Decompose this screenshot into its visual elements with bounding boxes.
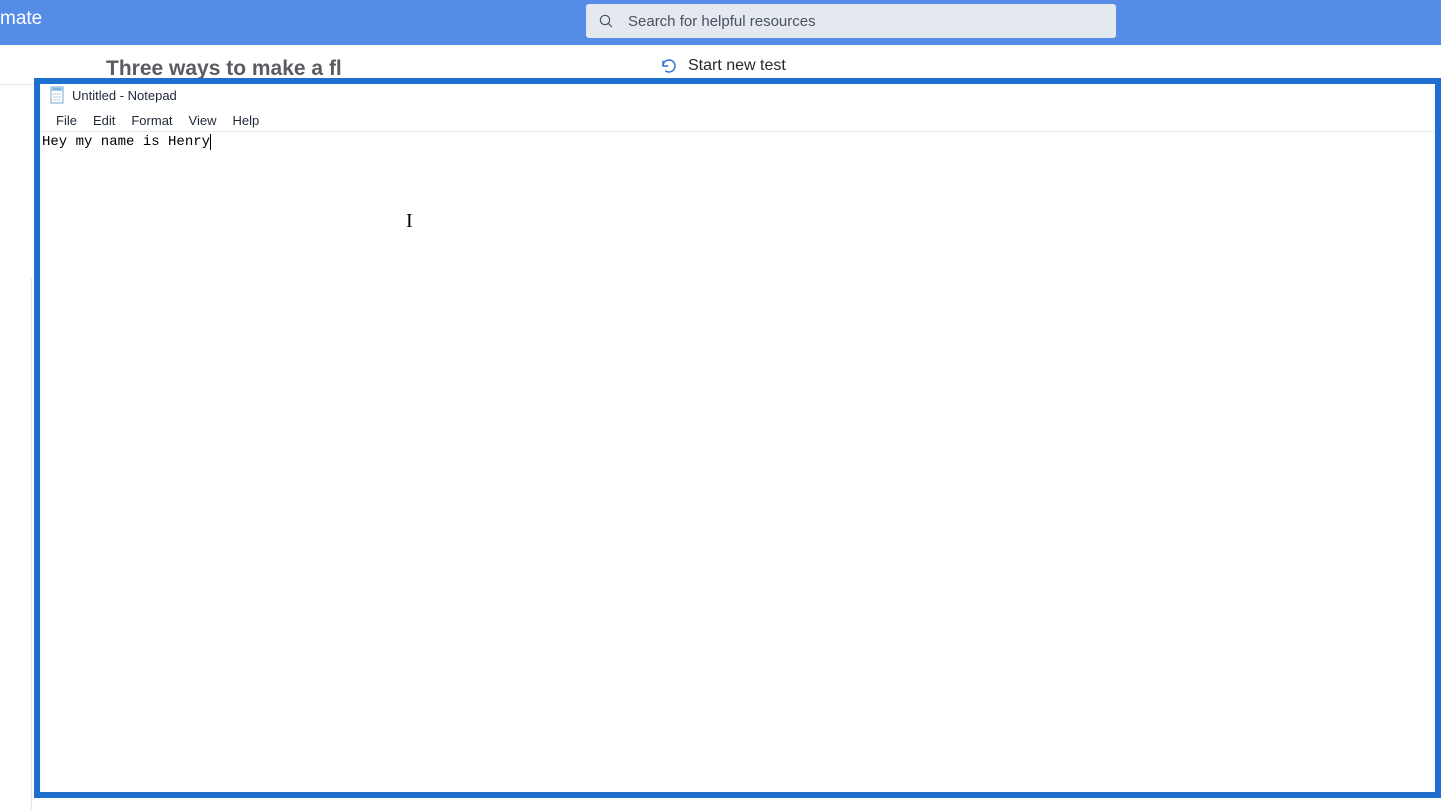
mouse-ibeam-cursor-icon: I	[406, 210, 413, 233]
notepad-menubar: File Edit Format View Help	[34, 110, 1441, 132]
notepad-window: Untitled - Notepad File Edit Format View…	[34, 78, 1441, 798]
notepad-titlebar[interactable]: Untitled - Notepad	[34, 78, 1441, 106]
search-box[interactable]	[586, 4, 1116, 38]
search-input[interactable]	[628, 13, 1028, 30]
menu-file[interactable]: File	[48, 111, 85, 130]
start-new-test-label: Start new test	[688, 57, 786, 75]
notepad-app-icon	[50, 86, 66, 104]
left-panel-edge	[0, 278, 32, 810]
start-new-test-button[interactable]: Start new test	[660, 57, 786, 75]
notepad-editor-area[interactable]: Hey my name is Henry I	[34, 132, 1441, 792]
menu-help[interactable]: Help	[224, 111, 267, 130]
editor-text-content: Hey my name is Henry	[42, 134, 210, 150]
top-app-bar: mate	[0, 0, 1441, 45]
menu-format[interactable]: Format	[123, 111, 180, 130]
menu-view[interactable]: View	[181, 111, 225, 130]
notepad-window-title: Untitled - Notepad	[72, 88, 177, 103]
app-name-fragment: mate	[0, 8, 42, 30]
menu-edit[interactable]: Edit	[85, 111, 123, 130]
text-caret-icon	[210, 134, 211, 150]
refresh-icon	[660, 57, 678, 75]
search-icon	[598, 13, 614, 29]
